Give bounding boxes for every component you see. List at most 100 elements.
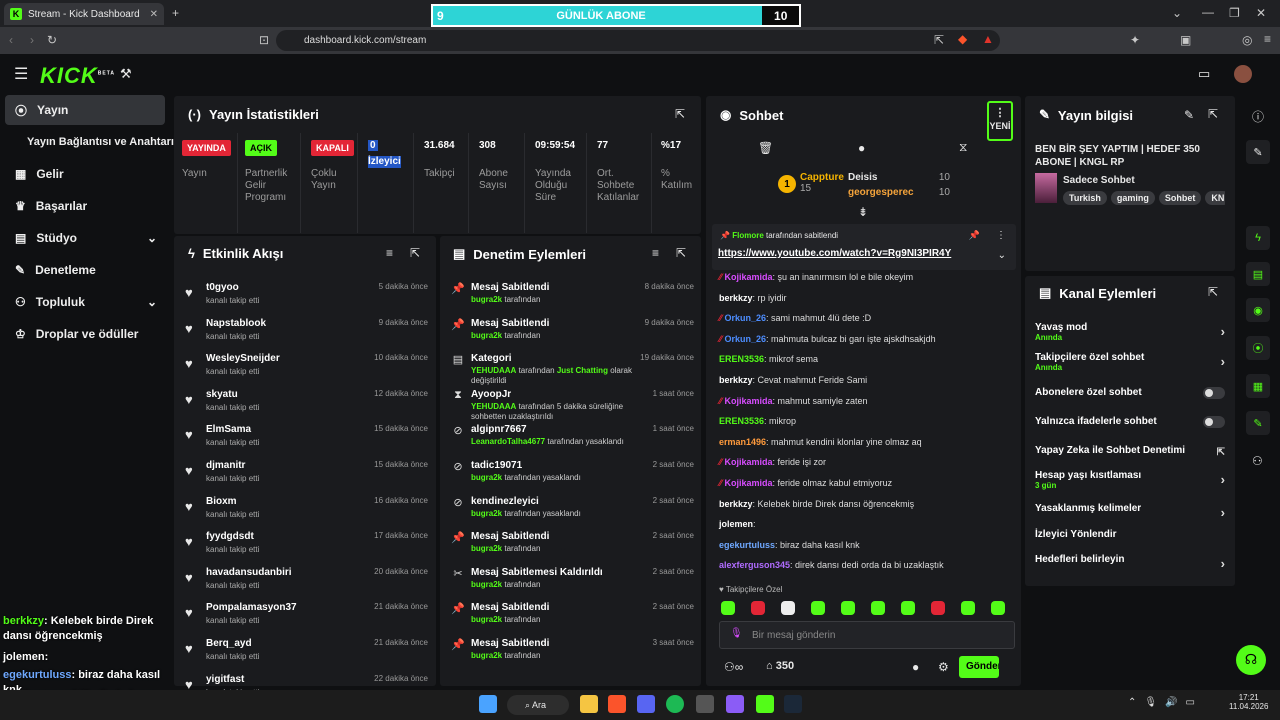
chat-username[interactable]: Kojikamida (725, 272, 773, 282)
channel-action-item[interactable]: Yavaş mod Anında › (1035, 322, 1225, 342)
chat-username[interactable]: berkkzy (719, 375, 753, 385)
start-icon[interactable] (479, 695, 497, 713)
gear-icon[interactable]: ⚙ (938, 660, 949, 674)
edit-icon[interactable]: ✎ (1184, 108, 1194, 122)
chat-username[interactable]: Orkun_26 (725, 313, 767, 323)
obs-icon[interactable] (726, 695, 744, 713)
chat-settings-icon[interactable]: ● (912, 660, 919, 674)
rail-chat-icon[interactable]: ◉ (1246, 298, 1270, 322)
brave-icon[interactable] (608, 695, 626, 713)
sidebar-item-studyo[interactable]: ▤ Stüdyo ⌄ (5, 223, 165, 253)
chat-username[interactable]: jolemen (719, 519, 753, 529)
filter-icon[interactable]: ≡ (386, 246, 393, 260)
rail-broadcast-icon[interactable]: ⦿ (1246, 336, 1270, 360)
channel-action-item[interactable]: Hesap yaşı kısıtlaması 3 gün › (1035, 470, 1225, 490)
chat-username[interactable]: Kojikamida (725, 457, 773, 467)
channel-action-item[interactable]: Abonelere özel sohbet (1035, 387, 1225, 407)
toggle-switch[interactable] (1203, 416, 1225, 428)
channel-action-item[interactable]: Yasaklanmış kelimeler › (1035, 503, 1225, 523)
kick-logo[interactable]: KICKBETA (40, 63, 115, 89)
expand-icon[interactable]: ⇱ (676, 246, 686, 260)
back-icon[interactable]: ‹ (9, 33, 13, 47)
menu-icon[interactable]: ≡ (1264, 32, 1271, 46)
emote-icon[interactable] (811, 601, 825, 615)
emote-icon[interactable] (961, 601, 975, 615)
folder-icon[interactable] (580, 695, 598, 713)
sidebar-item-gelir[interactable]: ▦ Gelir (5, 159, 165, 189)
sidebar-item-droplar[interactable]: ♔ Droplar ve ödüller (5, 319, 165, 349)
rail-bolt-icon[interactable]: ϟ (1246, 226, 1270, 250)
pin-icon[interactable]: 📌 (969, 230, 980, 241)
chat-username[interactable]: berkkzy (719, 499, 753, 509)
vr-headset-icon[interactable]: ▭ (1198, 66, 1210, 82)
more-icon[interactable]: ⋮ (996, 230, 1006, 241)
expand-icon[interactable]: ⇱ (1208, 285, 1218, 299)
filter-icon[interactable]: ≡ (652, 246, 659, 260)
rail-edit-icon[interactable]: ✎ (1246, 140, 1270, 164)
sidebar-item-yayin[interactable]: ⦿ Yayın (5, 95, 165, 125)
info-icon[interactable]: ⓘ (1252, 108, 1264, 125)
community-icon[interactable]: ⚇ (1252, 454, 1263, 468)
rail-list-icon[interactable]: ▤ (1246, 262, 1270, 286)
close-tab-icon[interactable]: ✕ (150, 9, 158, 20)
category-name[interactable]: Sadece Sohbet (1063, 175, 1135, 186)
chat-username[interactable]: EREN3536 (719, 416, 764, 426)
chat-username[interactable]: Orkun_26 (725, 334, 767, 344)
channel-action-item[interactable]: Takipçilere özel sohbet Anında › (1035, 352, 1225, 372)
sidebar-item-stream-key[interactable]: Yayın Bağlantısı ve Anahtarı (5, 127, 175, 157)
pinned-link[interactable]: https://www.youtube.com/watch?v=Rg9NI3PI… (718, 248, 951, 259)
chat-username[interactable]: egekurtuluss (719, 540, 775, 550)
tab-search-icon[interactable]: ⌄ (1172, 6, 1182, 20)
channel-action-item[interactable]: Yapay Zeka ile Sohbet Denetimi ⇱ (1035, 445, 1225, 465)
sidebar-item-denetleme[interactable]: ✎ Denetleme (5, 255, 165, 285)
rail-wrench-icon[interactable]: ✎ (1246, 411, 1270, 435)
avatar[interactable] (1234, 65, 1252, 83)
expand-icon[interactable]: ⇱ (675, 107, 685, 121)
address-bar[interactable]: dashboard.kick.com/stream (276, 30, 1000, 51)
sidebar-toggle-icon[interactable]: ▣ (1180, 33, 1191, 47)
expand-icon[interactable]: ⇱ (410, 246, 420, 260)
emote-icon[interactable] (991, 601, 1005, 615)
emote-icon[interactable] (931, 601, 945, 615)
send-button[interactable]: Gönder (959, 656, 999, 678)
chat-username[interactable]: Kojikamida (725, 478, 773, 488)
close-window-icon[interactable]: ✕ (1256, 6, 1266, 20)
rail-list2-icon[interactable]: ▦ (1246, 374, 1270, 398)
rewards-icon[interactable]: ▲ (982, 32, 994, 46)
chat-username[interactable]: berkkzy (719, 293, 753, 303)
trash-icon[interactable]: 🗑 (758, 141, 773, 155)
steam-client-icon[interactable] (784, 695, 802, 713)
pinned-message[interactable]: 📌 Flomore tarafından sabitlendi 📌 ⋮ http… (712, 224, 1016, 270)
hourglass-icon[interactable]: ⧖ (959, 140, 967, 155)
share-icon[interactable]: ⇱ (934, 33, 944, 47)
chat-bubble-icon[interactable]: ● (858, 141, 865, 155)
clock[interactable]: 17:21 11.04.2026 (1229, 693, 1268, 711)
emote-icon[interactable] (721, 601, 735, 615)
discord-icon[interactable] (637, 695, 655, 713)
emote-icon[interactable] (901, 601, 915, 615)
pin-tool-icon[interactable]: ⚒ (120, 66, 132, 82)
hamburger-icon[interactable]: ☰ (14, 64, 28, 84)
reload-icon[interactable]: ↻ (47, 33, 57, 47)
toggle-switch[interactable] (1203, 387, 1225, 399)
support-button[interactable]: ☊ (1236, 645, 1266, 675)
chat-menu-button[interactable]: ⋮ YENİ (987, 101, 1013, 141)
taskbar-search[interactable]: ⌕ Ara (507, 695, 569, 715)
chat-username[interactable]: EREN3536 (719, 354, 764, 364)
sidebar-item-topluluk[interactable]: ⚇ Topluluk ⌄ (5, 287, 165, 317)
kick-icon[interactable] (756, 695, 774, 713)
chat-username[interactable]: erman1496 (719, 437, 766, 447)
spotify-icon[interactable] (666, 695, 684, 713)
emote-icon[interactable] (751, 601, 765, 615)
channel-action-item[interactable]: Hedefleri belirleyin › (1035, 554, 1225, 574)
collapse-icon[interactable]: ⇟ (858, 205, 868, 219)
tray-icons[interactable]: ⌃🎙🔊▭ (1128, 697, 1203, 708)
emote-icon[interactable] (781, 601, 795, 615)
minimize-icon[interactable]: — (1202, 5, 1214, 19)
extensions-icon[interactable]: ✦ (1130, 33, 1140, 47)
community-points-icon[interactable]: ⚇∞ (724, 660, 743, 674)
chat-username[interactable]: Kojikamida (725, 396, 773, 406)
expand-icon[interactable]: ⇱ (1208, 107, 1218, 121)
forward-icon[interactable]: › (30, 33, 34, 47)
chat-input[interactable]: 🎙 Bir mesaj gönderin (719, 621, 1015, 649)
